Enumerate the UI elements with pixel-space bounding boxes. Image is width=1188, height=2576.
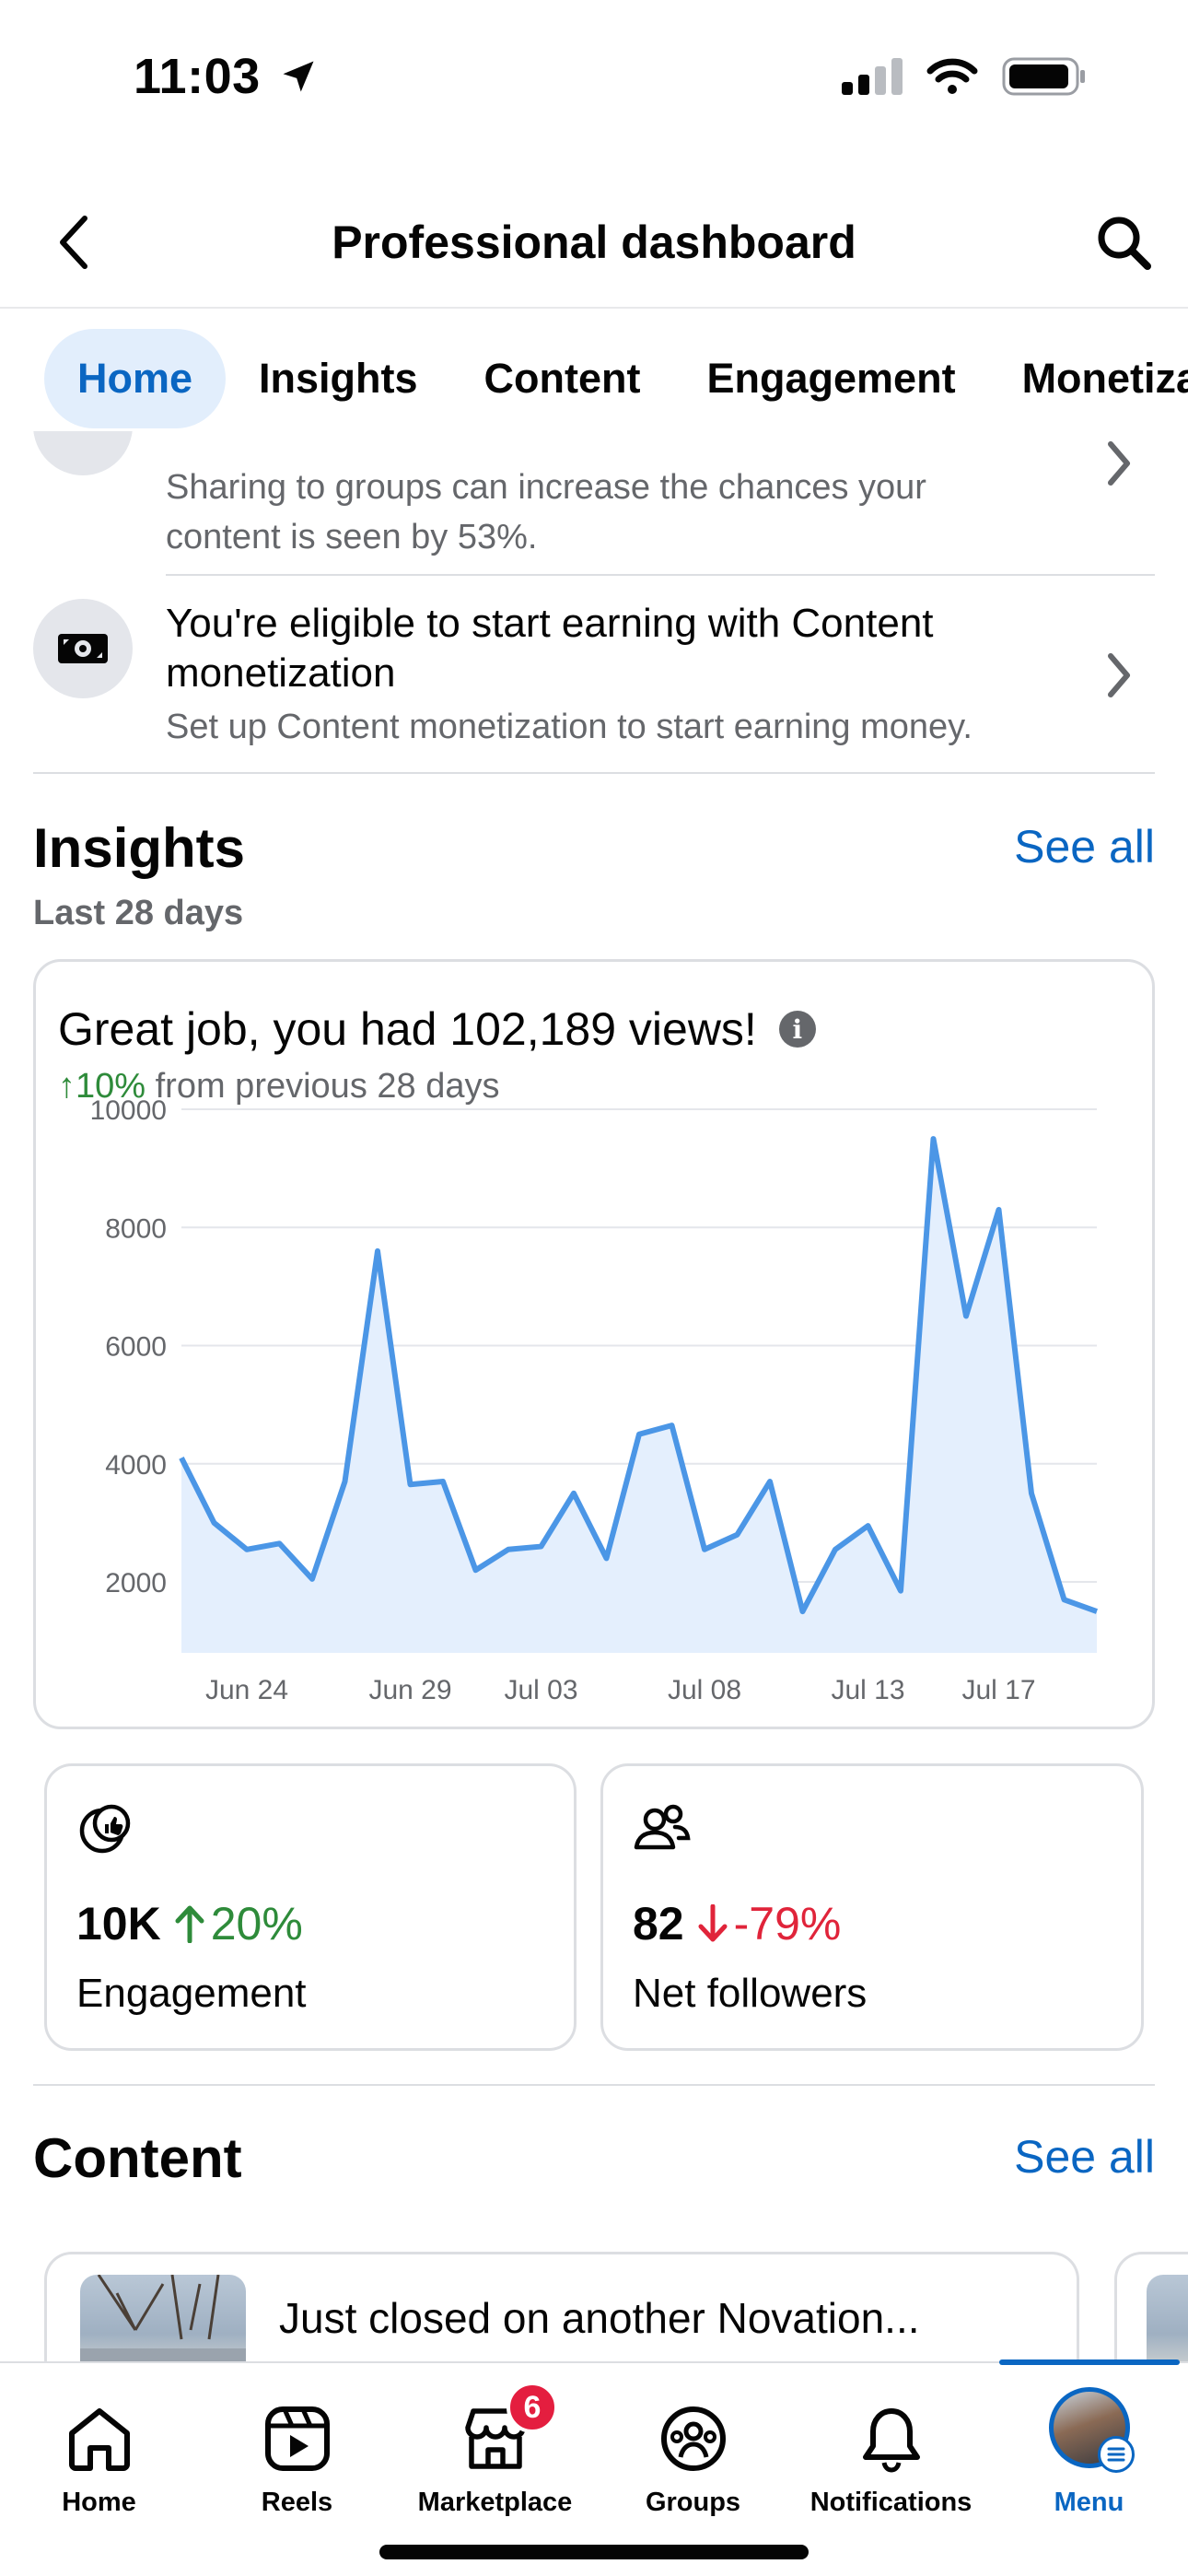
status-bar: 11:03 [0,0,1188,157]
x-tick-label: Jul 13 [831,1675,904,1705]
tab-monetization[interactable]: Monetiza [989,329,1188,428]
bottom-navigation: Home Reels 6 Marketplace Groups Notifica… [0,2359,1188,2576]
engagement-value: 10K [76,1898,161,1950]
menu-avatar [1048,2387,1135,2473]
recommendation-monetization-subtitle: Set up Content monetization to start ear… [166,708,973,746]
insights-section-title: Insights [33,817,246,879]
y-tick-label: 6000 [105,1332,167,1363]
home-icon [61,2400,138,2477]
net-followers-value: 82 [633,1898,684,1950]
battery-icon [1002,57,1085,96]
y-tick-label: 10000 [90,1095,167,1126]
status-indicators [842,57,1087,96]
y-tick-label: 4000 [105,1450,167,1481]
arrow-up-icon [175,1905,204,1943]
nav-groups-label: Groups [645,2488,741,2517]
cellular-signal-icon [842,58,903,95]
tab-home[interactable]: Home [44,329,227,428]
net-followers-label: Net followers [633,1971,868,2016]
groups-icon [655,2400,732,2477]
nav-marketplace[interactable]: 6 Marketplace [396,2363,594,2529]
recommendation-list: Sharing to groups can increase the chanc… [0,431,1188,774]
insights-see-all-link[interactable]: See all [1014,820,1155,873]
engagement-change-value: 20% [210,1898,303,1950]
content-item-title: Just closed on another Novation... [279,2294,920,2342]
followers-icon [634,1804,691,1850]
views-chart-card[interactable]: Great job, you had 102,189 views! i ↑10%… [33,959,1155,1729]
share-groups-icon [33,431,133,475]
status-time: 11:03 [134,48,319,105]
tab-content[interactable]: Content [451,329,674,428]
net-followers-change: -79% [697,1897,842,1950]
nav-home[interactable]: Home [0,2363,198,2529]
wifi-icon [926,58,978,94]
nav-reels-label: Reels [261,2488,333,2517]
nav-menu[interactable]: Menu [990,2363,1188,2529]
tab-bar: Home Insights Content Engagement Monetiz… [44,329,1188,428]
nav-notifications-label: Notifications [809,2488,973,2517]
engagement-value-row: 10K 20% [76,1897,303,1950]
engagement-label: Engagement [76,1971,307,2016]
y-tick-label: 8000 [105,1213,167,1244]
engagement-icon [79,1804,131,1854]
nav-reels[interactable]: Reels [198,2363,396,2529]
chevron-right-icon[interactable] [1096,652,1142,698]
area-fill [181,1139,1097,1653]
tab-insights[interactable]: Insights [226,329,451,428]
insights-period: Last 28 days [33,894,244,932]
engagement-change: 20% [174,1897,303,1950]
chevron-right-icon[interactable] [1096,440,1142,486]
recommendation-monetization-title[interactable]: You're eligible to start earning with Co… [166,599,1068,698]
net-followers-change-value: -79% [733,1898,842,1950]
divider [33,772,1155,774]
nav-groups[interactable]: Groups [594,2363,792,2529]
nav-menu-label: Menu [1054,2488,1124,2517]
menu-lines-icon [1097,2436,1135,2473]
status-time-text: 11:03 [134,49,261,104]
marketplace-badge: 6 [507,2382,558,2433]
tab-engagement[interactable]: Engagement [674,329,989,428]
top-app-bar: Professional dashboard [0,180,1188,309]
search-icon [1098,217,1151,270]
nav-marketplace-label: Marketplace [417,2488,573,2517]
divider [33,2084,1155,2086]
bell-icon [853,2400,930,2477]
x-tick-label: Jun 24 [205,1675,288,1705]
arrow-down-icon [698,1904,728,1942]
net-followers-metric-card[interactable]: 82 -79% Net followers [600,1763,1144,2051]
x-tick-label: Jun 29 [368,1675,451,1705]
reels-icon [259,2400,336,2477]
search-button[interactable] [1087,205,1160,279]
engagement-metric-card[interactable]: 10K 20% Engagement [44,1763,577,2051]
x-tick-label: Jul 08 [668,1675,741,1705]
x-tick-label: Jul 17 [961,1675,1035,1705]
money-icon [33,599,133,698]
nav-notifications[interactable]: Notifications [792,2363,990,2529]
home-indicator[interactable] [379,2545,809,2559]
content-section-title: Content [33,2127,242,2189]
net-followers-value-row: 82 -79% [633,1897,841,1950]
nav-home-label: Home [62,2488,136,2517]
views-line-chart: 2000 4000 6000 8000 10000 Jun 24 Jun 29 Jul 03 J… [90,1095,1099,1705]
y-tick-label: 2000 [105,1568,167,1598]
x-tick-label: Jul 03 [504,1675,577,1705]
divider [166,574,1155,576]
page-title: Professional dashboard [332,217,856,268]
recommendation-share-groups-subtitle[interactable]: Sharing to groups can increase the chanc… [166,463,1050,562]
content-see-all-link[interactable]: See all [1014,2130,1155,2184]
location-arrow-icon [283,61,314,92]
